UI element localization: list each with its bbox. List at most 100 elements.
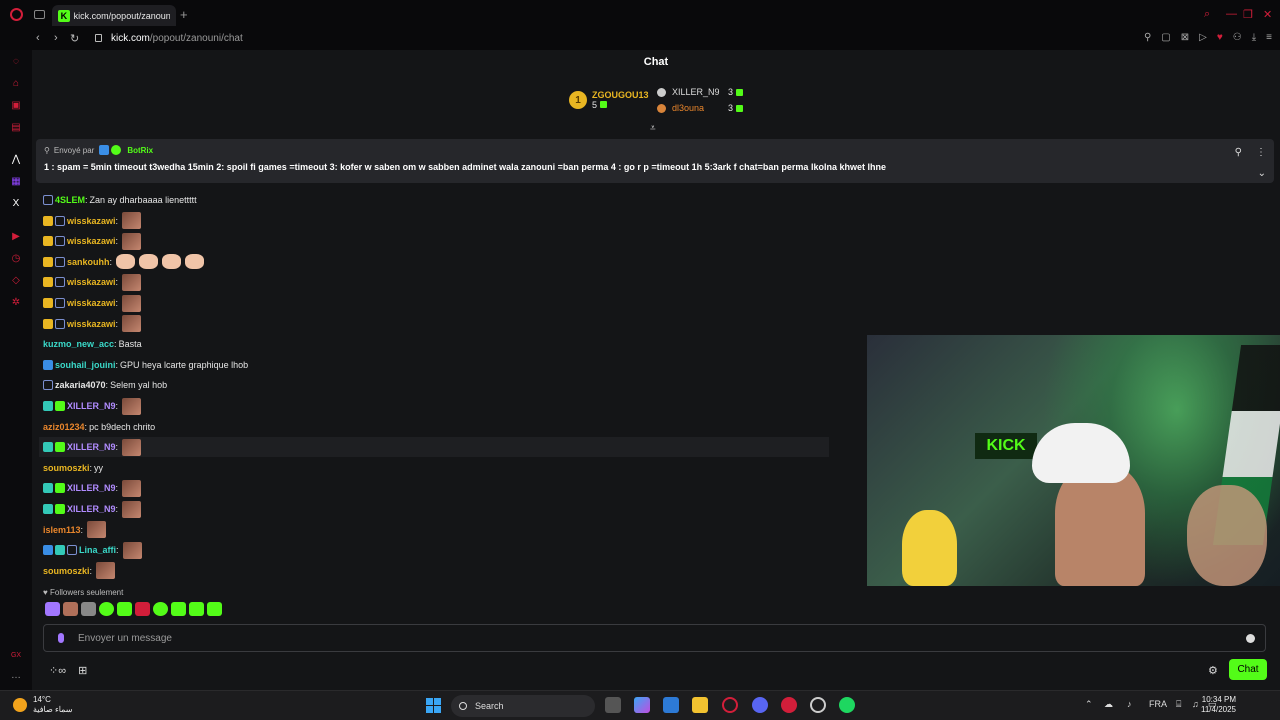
url-field[interactable]: kick.com/popout/zanouni/chat — [111, 33, 243, 44]
gear-icon[interactable]: ⚙ — [1208, 664, 1218, 677]
menu-icon[interactable]: ≡ — [1266, 32, 1272, 43]
emote-image[interactable] — [96, 562, 116, 580]
chat-message[interactable]: 4SLEM: Zan ay dharbaaaa lienettttt — [43, 190, 197, 210]
chat-username[interactable]: soumoszki — [43, 566, 90, 576]
emote-button[interactable] — [189, 602, 204, 616]
emote-button[interactable] — [153, 602, 168, 616]
opera-logo-icon[interactable] — [10, 8, 23, 21]
chat-message[interactable]: kuzmo_new_acc: Basta — [43, 334, 142, 354]
chat-username[interactable]: zakaria4070 — [55, 380, 106, 390]
chat-message[interactable]: soumoszki: — [43, 561, 116, 581]
opera-gx-icon[interactable] — [722, 697, 738, 713]
emote-image[interactable] — [122, 500, 142, 518]
discord-icon[interactable] — [752, 697, 768, 713]
pinned-author[interactable]: BotRix — [127, 146, 153, 155]
chevron-down-icon[interactable]: ⌄ — [1258, 168, 1266, 179]
chat-username[interactable]: 4SLEM — [55, 195, 85, 205]
chat-username[interactable]: kuzmo_new_acc — [43, 339, 114, 349]
emote-image[interactable] — [116, 254, 136, 270]
settings-icon[interactable]: ✲ — [10, 297, 22, 309]
kicks-icon[interactable]: ⁘∞ — [49, 664, 66, 677]
minimize-button[interactable]: — — [1226, 8, 1237, 20]
cloud-icon[interactable]: ☁ — [1104, 699, 1113, 710]
stream-video[interactable]: KICK — [867, 335, 1280, 586]
emote-image[interactable] — [122, 273, 142, 291]
account-icon[interactable]: ⚇ — [1233, 32, 1242, 43]
chat-message[interactable]: XILLER_N9: — [43, 478, 142, 498]
chat-username[interactable]: wisskazawi — [67, 319, 116, 329]
emote-image[interactable] — [122, 232, 142, 250]
taskbar-search[interactable]: Search — [451, 695, 595, 717]
more-options-icon[interactable]: ⋮ — [1256, 147, 1266, 158]
reload-button[interactable]: ↻ — [70, 32, 79, 45]
crypto-wallet-icon[interactable]: ⌂ — [10, 78, 22, 90]
clock[interactable]: 10:34 PM 11/4/2025 — [1201, 695, 1236, 715]
spotify-icon[interactable] — [839, 697, 855, 713]
file-explorer-icon[interactable] — [692, 697, 708, 713]
chat-message[interactable]: XILLER_N9: — [43, 499, 142, 519]
chat-username[interactable]: XILLER_N9 — [67, 504, 116, 514]
messenger-icon[interactable]: ▣ — [10, 100, 22, 112]
heart-icon[interactable]: ♥ — [1217, 32, 1223, 43]
mail-icon[interactable]: ▤ — [10, 122, 22, 134]
chat-message[interactable]: soumoszki: yy — [43, 458, 103, 478]
chat-username[interactable]: XILLER_N9 — [67, 401, 116, 411]
emote-button[interactable] — [207, 602, 222, 616]
mic-icon[interactable] — [58, 633, 64, 643]
chat-username[interactable]: wisskazawi — [67, 236, 116, 246]
emote-image[interactable] — [122, 294, 142, 312]
chat-username[interactable]: wisskazawi — [67, 277, 116, 287]
chat-message[interactable]: wisskazawi: — [43, 272, 142, 292]
emote-image[interactable] — [185, 254, 205, 270]
pin-icon[interactable]: ⚲ — [1144, 32, 1151, 43]
chat-username[interactable]: soumoszki — [43, 463, 90, 473]
emote-button[interactable] — [99, 602, 114, 616]
windows-start-icon[interactable] — [426, 698, 441, 713]
unpin-icon[interactable]: ⚲ — [1235, 147, 1242, 158]
close-button[interactable]: ✕ — [1263, 8, 1272, 21]
chat-username[interactable]: islem113 — [43, 525, 81, 535]
chat-message[interactable]: aziz01234: pc b9dech chrito — [43, 417, 155, 437]
browser-tab[interactable]: K kick.com/popout/zanouni — [52, 5, 176, 26]
emote-image[interactable] — [122, 212, 142, 230]
language-indicator[interactable]: FRA — [1149, 699, 1167, 709]
chat-message[interactable]: wisskazawi: — [43, 293, 142, 313]
gx-icon[interactable]: GX — [10, 650, 22, 662]
back-button[interactable]: ‹ — [36, 32, 40, 44]
chat-message[interactable]: wisskazawi: — [43, 231, 142, 251]
maximize-button[interactable]: ❐ — [1243, 8, 1253, 21]
weather-widget[interactable]: 14°C سماء صافية — [13, 695, 73, 715]
chat-message[interactable]: XILLER_N9: — [43, 396, 142, 416]
emote-button[interactable] — [81, 602, 96, 616]
emote-button[interactable] — [135, 602, 150, 616]
player-icon[interactable]: ▶ — [10, 231, 22, 243]
more-icon[interactable]: … — [10, 670, 22, 682]
chat-username[interactable]: wisskazawi — [67, 216, 116, 226]
forward-button[interactable]: › — [54, 32, 58, 44]
search-icon[interactable]: ⌕ — [1204, 8, 1210, 21]
chat-message[interactable]: XILLER_N9: — [39, 437, 829, 458]
chat-message[interactable]: sankouhh: — [43, 252, 206, 272]
chat-message[interactable]: wisskazawi: — [43, 314, 142, 334]
chat-username[interactable]: XILLER_N9 — [67, 483, 116, 493]
chat-username[interactable]: XILLER_N9 — [67, 442, 116, 452]
chat-username[interactable]: Lina_affi — [79, 545, 116, 555]
emoji-icon[interactable] — [1246, 634, 1255, 643]
emote-image[interactable] — [122, 438, 142, 456]
emote-image[interactable] — [87, 521, 107, 539]
tab-menu-icon[interactable] — [34, 10, 45, 19]
x-icon[interactable]: X — [10, 198, 22, 210]
play-icon[interactable]: ▷ — [1199, 32, 1207, 43]
microphone-icon[interactable]: ♪ — [1127, 699, 1132, 709]
new-tab-button[interactable]: + — [180, 7, 188, 22]
shield-icon[interactable]: ⊠ — [1181, 32, 1189, 43]
store-icon[interactable]: ⊞ — [78, 664, 87, 677]
chat-message[interactable]: zakaria4070: Selem yal hob — [43, 375, 167, 395]
message-input[interactable]: Envoyer un message — [43, 624, 1266, 652]
emote-image[interactable] — [139, 254, 159, 270]
extensions-icon[interactable]: ◇ — [10, 275, 22, 287]
download-icon[interactable]: ⤓ — [1252, 32, 1256, 43]
leader-name[interactable]: ZGOUGOU13 — [592, 90, 649, 100]
chat-send-button[interactable]: Chat — [1229, 659, 1267, 680]
chat-username[interactable]: aziz01234 — [43, 422, 85, 432]
